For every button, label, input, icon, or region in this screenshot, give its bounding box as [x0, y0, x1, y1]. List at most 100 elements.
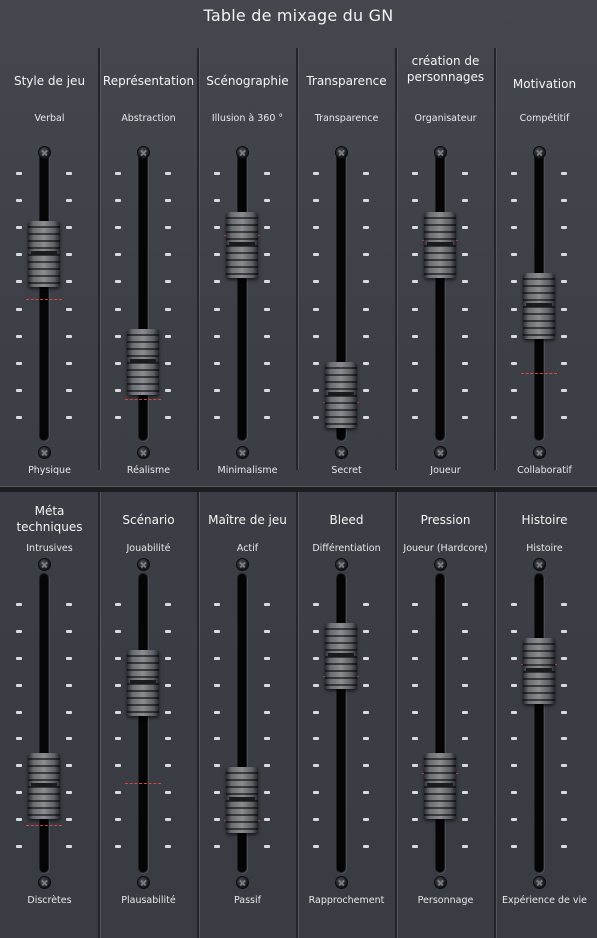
scale-tick	[313, 603, 319, 606]
channel-scenario: Scénario Jouabilité Plausabilité	[99, 0, 198, 938]
scale-tick	[462, 630, 468, 633]
scale-tick	[313, 630, 319, 633]
scale-tick	[165, 657, 171, 660]
scale-tick	[214, 657, 220, 660]
scale-tick	[511, 845, 517, 848]
scale-tick	[115, 630, 121, 633]
bottom-screw-icon	[335, 876, 348, 889]
scale-tick	[16, 657, 22, 660]
channel-separator	[494, 48, 496, 470]
scale-tick	[412, 603, 418, 606]
scale-tick	[214, 764, 220, 767]
scale-tick	[313, 657, 319, 660]
channel-separator	[296, 48, 298, 470]
channel-title: Maître de jeu	[208, 513, 287, 527]
scale-tick	[16, 630, 22, 633]
scale-tick	[264, 603, 270, 606]
scale-tick	[264, 657, 270, 660]
scale-tick	[462, 657, 468, 660]
bottom-label: Passif	[233, 895, 261, 906]
scale-tick	[214, 791, 220, 794]
scale-tick	[363, 845, 369, 848]
scale-tick	[511, 630, 517, 633]
scale-tick	[16, 684, 22, 687]
scale-tick	[115, 818, 121, 821]
scale-tick	[16, 764, 22, 767]
scale-tick	[412, 737, 418, 740]
scale-tick	[165, 603, 171, 606]
top-screw-icon	[533, 558, 546, 571]
channel-title: Pression	[420, 513, 471, 527]
scale-tick	[313, 737, 319, 740]
scale-tick	[363, 791, 369, 794]
bottom-label: Plausabilité	[121, 895, 176, 906]
fader-knob[interactable]	[424, 752, 456, 819]
channel-separator	[296, 492, 298, 938]
scale-tick	[412, 657, 418, 660]
channel-title: Méta techniques	[16, 504, 83, 534]
fader-knob[interactable]	[523, 637, 555, 704]
scale-tick	[412, 845, 418, 848]
scale-tick	[16, 845, 22, 848]
scale-tick	[214, 845, 220, 848]
bottom-screw-icon	[533, 876, 546, 889]
scale-tick	[115, 791, 121, 794]
scale-tick	[264, 711, 270, 714]
target-marker	[26, 824, 62, 826]
fader-track	[436, 574, 444, 872]
fader-knob[interactable]	[127, 650, 159, 717]
fader-knob[interactable]	[325, 623, 357, 690]
bottom-screw-icon	[236, 876, 249, 889]
top-screw-icon	[236, 558, 249, 571]
fader-knob[interactable]	[226, 767, 258, 834]
scale-tick	[66, 684, 72, 687]
fader-track	[535, 574, 543, 872]
bottom-label: Personnage	[417, 895, 474, 906]
bottom-label: Rapprochement	[308, 895, 385, 906]
fader-knob[interactable]	[28, 752, 60, 819]
scale-tick	[462, 791, 468, 794]
fader-track	[337, 574, 345, 872]
scale-tick	[561, 684, 567, 687]
scale-tick	[264, 791, 270, 794]
scale-tick	[511, 603, 517, 606]
bottom-screw-icon	[38, 876, 51, 889]
scale-tick	[66, 845, 72, 848]
scale-tick	[16, 737, 22, 740]
bottom-label: Expérience de vie	[502, 895, 587, 906]
channel-pression: Pression Joueur (Hardcore) Personnage	[396, 0, 495, 938]
scale-tick	[214, 684, 220, 687]
top-label: Histoire	[526, 543, 563, 554]
scale-tick	[462, 737, 468, 740]
scale-tick	[561, 818, 567, 821]
scale-tick	[462, 845, 468, 848]
channel-histoire: Histoire Histoire Expérience de vie	[495, 0, 594, 938]
scale-tick	[165, 791, 171, 794]
mixing-board: Table de mixage du GN Style de jeu Verba…	[0, 0, 597, 938]
channel-maitre-de-jeu: Maître de jeu Actif Passif	[198, 0, 297, 938]
scale-tick	[412, 791, 418, 794]
scale-tick	[115, 684, 121, 687]
scale-tick	[363, 603, 369, 606]
scale-tick	[165, 630, 171, 633]
scale-tick	[511, 818, 517, 821]
scale-tick	[313, 764, 319, 767]
top-label: Intrusives	[26, 543, 73, 554]
scale-tick	[561, 791, 567, 794]
scale-tick	[511, 657, 517, 660]
channel-title: Bleed	[329, 513, 364, 527]
scale-tick	[412, 630, 418, 633]
scale-tick	[462, 711, 468, 714]
scale-tick	[165, 711, 171, 714]
scale-tick	[16, 791, 22, 794]
bottom-label: Discrètes	[27, 895, 72, 906]
scale-tick	[412, 684, 418, 687]
top-label: Différentiation	[312, 543, 381, 554]
scale-tick	[66, 630, 72, 633]
scale-tick	[165, 845, 171, 848]
channel-separator	[395, 492, 397, 938]
scale-tick	[16, 818, 22, 821]
scale-tick	[66, 818, 72, 821]
fader-track	[40, 574, 48, 872]
channel-separator	[98, 492, 100, 938]
